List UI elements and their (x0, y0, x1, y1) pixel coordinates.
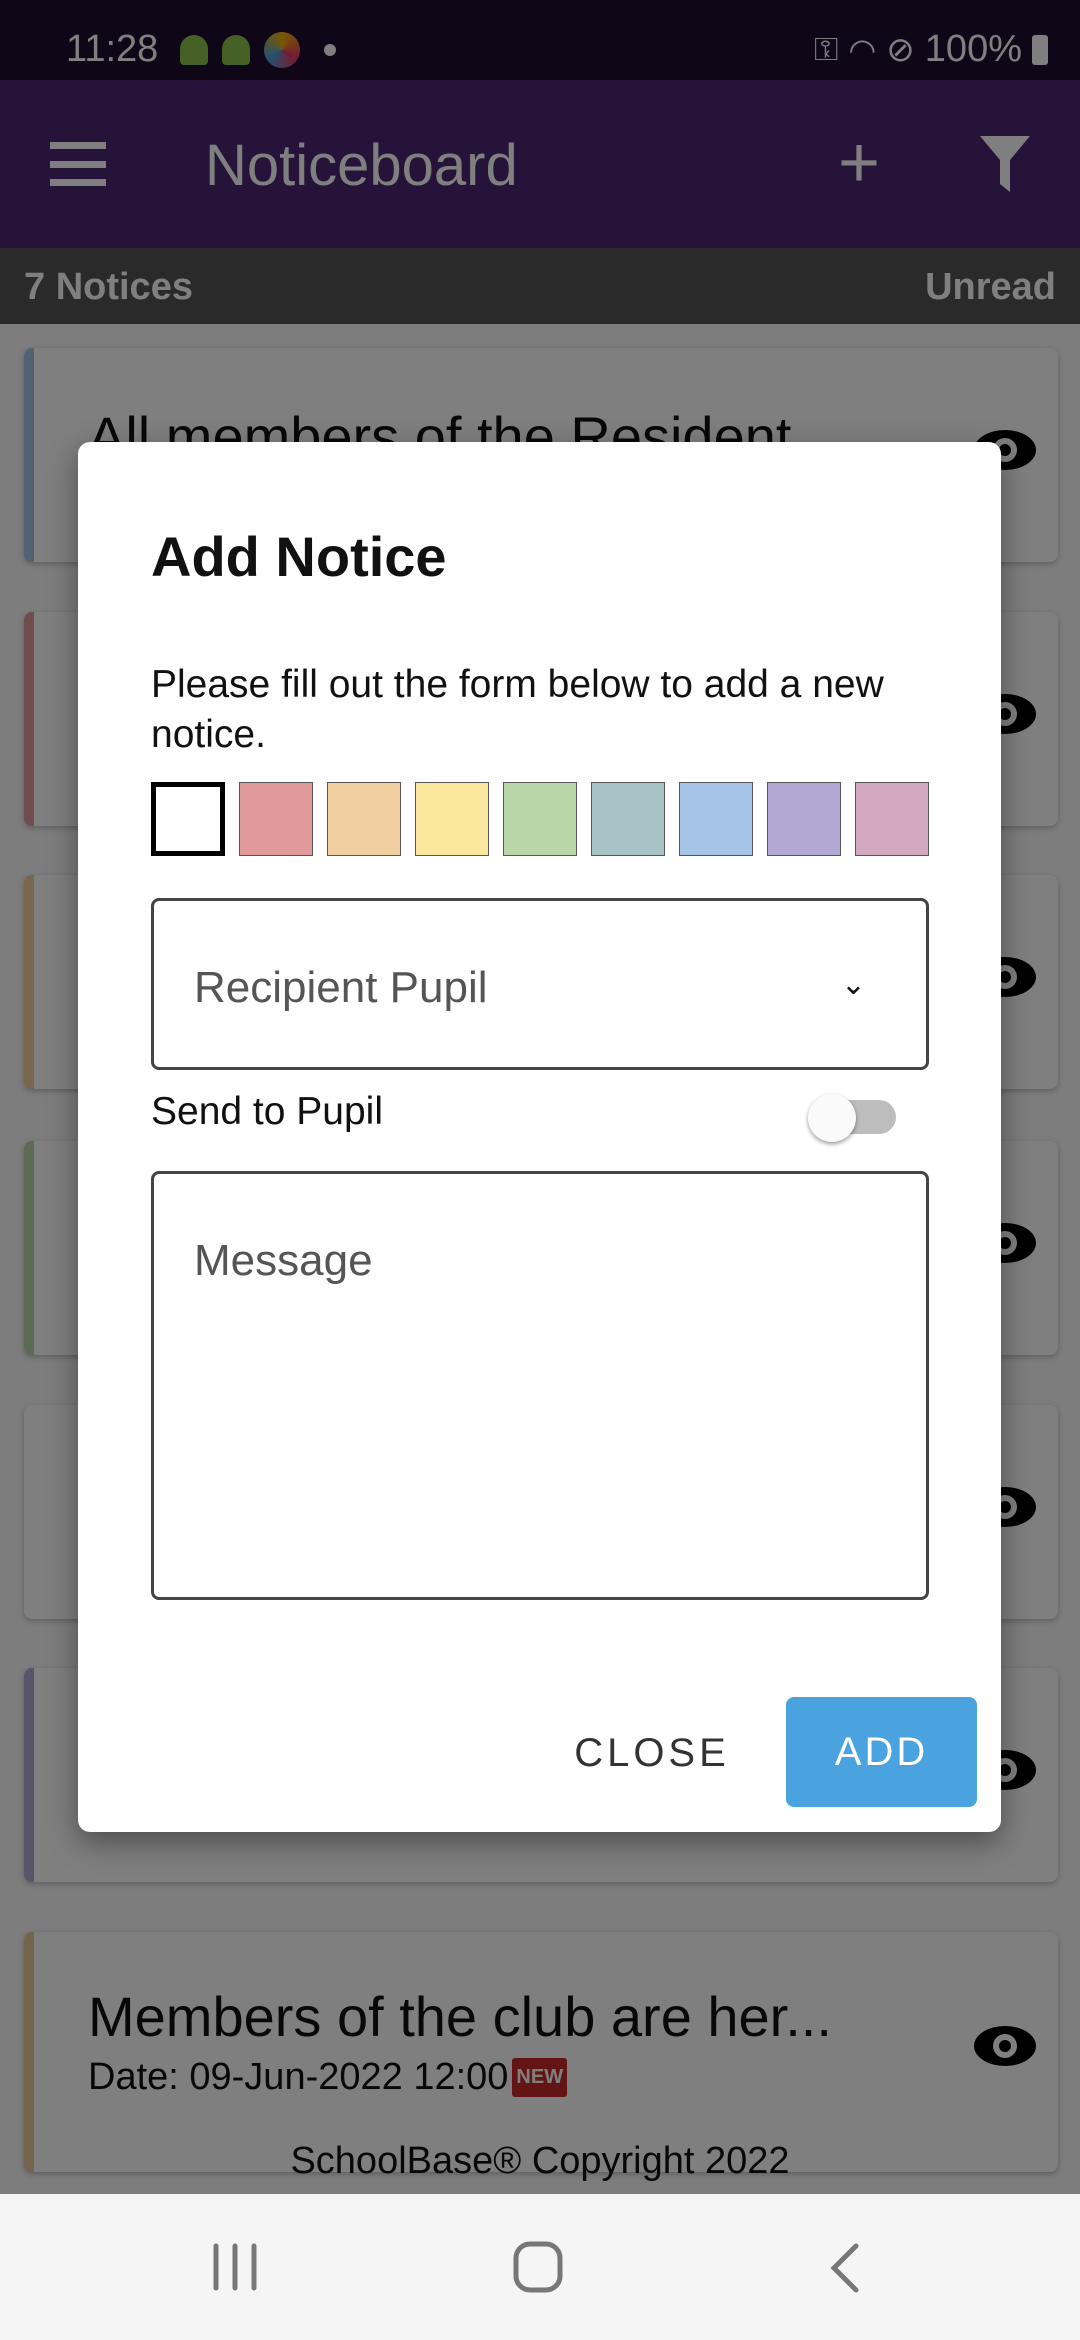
send-to-pupil-toggle[interactable] (800, 1090, 896, 1142)
back-icon[interactable] (826, 2242, 862, 2294)
message-input[interactable]: Message (151, 1171, 929, 1600)
color-swatch-purple[interactable] (767, 782, 841, 856)
color-swatch-blue[interactable] (679, 782, 753, 856)
color-swatch-teal[interactable] (591, 782, 665, 856)
system-nav-bar (0, 2194, 1080, 2340)
color-swatch-orange[interactable] (327, 782, 401, 856)
dialog-title: Add Notice (151, 525, 447, 588)
color-swatch-red[interactable] (239, 782, 313, 856)
color-picker (151, 782, 929, 856)
color-swatch-pink[interactable] (855, 782, 929, 856)
add-button[interactable]: ADD (786, 1697, 977, 1807)
send-to-pupil-label: Send to Pupil (151, 1090, 384, 1133)
chevron-down-icon: ⌄ (840, 968, 866, 1001)
recent-apps-icon[interactable] (212, 2242, 258, 2292)
recipient-placeholder: Recipient Pupil (194, 963, 488, 1012)
close-button[interactable]: CLOSE (562, 1700, 742, 1806)
color-swatch-yellow[interactable] (415, 782, 489, 856)
dialog-description: Please fill out the form below to add a … (151, 663, 884, 756)
home-icon[interactable] (512, 2240, 564, 2294)
message-placeholder: Message (194, 1236, 373, 1285)
add-notice-dialog: Add Notice Please fill out the form belo… (78, 442, 1001, 1832)
color-swatch-white[interactable] (151, 782, 225, 856)
color-swatch-green[interactable] (503, 782, 577, 856)
recipient-pupil-select[interactable]: Recipient Pupil ⌄ (151, 898, 929, 1070)
